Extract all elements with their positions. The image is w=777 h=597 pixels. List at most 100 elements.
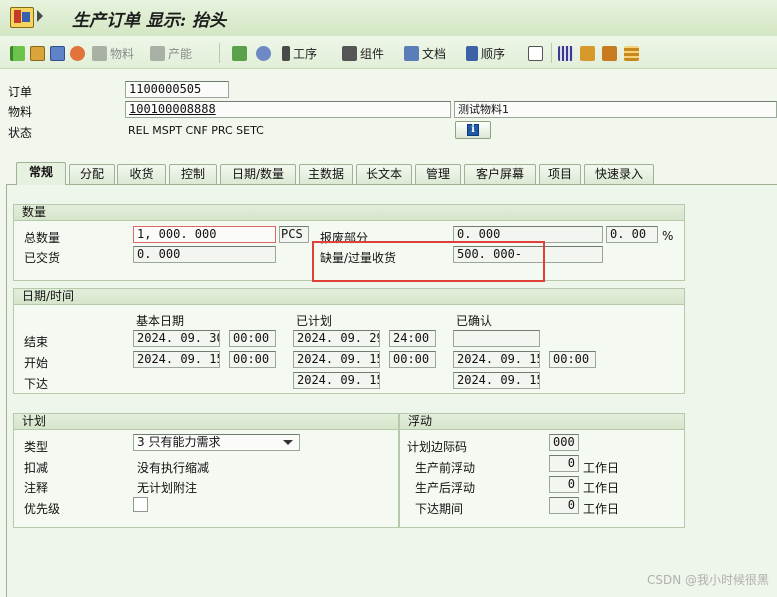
float-after-unit: 工作日 xyxy=(583,481,620,495)
tab-administration[interactable]: 管理 xyxy=(415,164,461,184)
components-icon xyxy=(342,45,357,61)
delivered-field: 0. 000 xyxy=(133,246,276,263)
tab-dates-quantities[interactable]: 日期/数量 xyxy=(220,164,296,184)
order-field[interactable]: 1100000505 xyxy=(125,81,229,98)
end-confirmed-date xyxy=(453,330,540,347)
operations-button[interactable]: 工序 xyxy=(282,44,317,62)
material-icon xyxy=(92,45,107,61)
object-list-button[interactable] xyxy=(50,44,65,62)
tab-master-data[interactable]: 主数据 xyxy=(299,164,353,184)
window-title: 生产订单 显示: 抬头 xyxy=(72,11,227,31)
sequence-icon xyxy=(466,45,478,61)
basic-dates-header: 基本日期 xyxy=(136,314,185,328)
float-after-label: 生产后浮动 xyxy=(415,481,476,495)
toolbar-separator xyxy=(551,43,552,63)
start-label: 开始 xyxy=(24,356,49,370)
scheduling-type-value: 3 只有能力需求 xyxy=(137,435,221,449)
tab-general[interactable]: 常规 xyxy=(16,162,66,185)
delivered-label: 已交货 xyxy=(24,251,61,265)
stack-icon xyxy=(256,45,271,61)
transaction-icon[interactable] xyxy=(10,7,34,28)
priority-label: 优先级 xyxy=(24,502,61,516)
release-scheduled-date: 2024. 09. 15 xyxy=(293,372,380,389)
menu-arrow-icon[interactable] xyxy=(37,10,43,22)
sort-icon xyxy=(602,45,617,61)
float-group-title: 浮动 xyxy=(400,414,684,430)
sequence-button[interactable]: 顺序 xyxy=(466,44,505,62)
material-button-label: 物料 xyxy=(110,46,135,61)
dropdown-arrow-icon[interactable] xyxy=(283,440,293,445)
object-button[interactable] xyxy=(528,44,543,62)
tab-customer-screen[interactable]: 客户屏幕 xyxy=(464,164,536,184)
tab-quick-entry[interactable]: 快速录入 xyxy=(584,164,654,184)
start-scheduled-date: 2024. 09. 15 xyxy=(293,351,380,368)
release-confirmed-date: 2024. 09. 15 xyxy=(453,372,540,389)
grid-button[interactable] xyxy=(624,44,639,62)
float-before-field: 0 xyxy=(549,455,579,472)
tab-goods-receipt[interactable]: 收货 xyxy=(117,164,166,184)
orange-tool-button[interactable] xyxy=(70,44,85,62)
scheduled-header: 已计划 xyxy=(296,314,333,328)
scrap-percent-field: 0. 00 xyxy=(606,226,658,243)
scheduling-type-select[interactable]: 3 只有能力需求 xyxy=(133,434,300,451)
table-icon xyxy=(558,45,573,61)
table-button[interactable] xyxy=(558,44,573,62)
status-info-button[interactable]: i xyxy=(455,121,491,139)
float-before-label: 生产前浮动 xyxy=(415,461,476,475)
percent-sign: % xyxy=(662,229,674,243)
capacity-icon xyxy=(150,45,165,61)
documents-icon xyxy=(404,45,419,61)
documents-button[interactable]: 文档 xyxy=(404,44,446,62)
operations-button-label: 工序 xyxy=(293,46,318,61)
status-label: 状态 xyxy=(8,126,33,140)
start-scheduled-time: 00:00 xyxy=(389,351,436,368)
float-after-field: 0 xyxy=(549,476,579,493)
capacity-button-label: 产能 xyxy=(168,46,193,61)
reduction-label: 扣减 xyxy=(24,461,49,475)
tab-control[interactable]: 控制 xyxy=(169,164,217,184)
release-label: 下达 xyxy=(24,377,49,391)
hierarchy-button[interactable] xyxy=(580,44,595,62)
start-basic-date: 2024. 09. 15 xyxy=(133,351,220,368)
tab-assignment[interactable]: 分配 xyxy=(69,164,115,184)
margin-key-label: 计划边际码 xyxy=(407,440,468,454)
operations-icon xyxy=(282,45,290,61)
start-confirmed-time: 00:00 xyxy=(549,351,596,368)
end-scheduled-time: 24:00 xyxy=(389,330,436,347)
sort-button[interactable] xyxy=(602,44,617,62)
end-basic-time: 00:00 xyxy=(229,330,276,347)
order-info-button[interactable] xyxy=(30,44,45,62)
priority-field[interactable] xyxy=(133,497,148,512)
highlight-box xyxy=(312,241,545,282)
capacity-button[interactable]: 产能 xyxy=(150,44,192,62)
start-confirmed-date: 2024. 09. 15 xyxy=(453,351,540,368)
confirmed-header: 已确认 xyxy=(456,314,493,328)
material-field[interactable]: 100100008888 xyxy=(125,101,451,118)
cube-icon xyxy=(528,45,543,61)
tab-project[interactable]: 项目 xyxy=(539,164,581,184)
object-list-icon xyxy=(50,45,65,61)
network-icon xyxy=(232,45,247,61)
float-before-unit: 工作日 xyxy=(583,461,620,475)
end-label: 结束 xyxy=(24,335,49,349)
material-label: 物料 xyxy=(8,105,33,119)
status-value: REL MSPT CNF PRC SETC xyxy=(128,124,264,137)
material-button[interactable]: 物料 xyxy=(92,44,134,62)
documents-button-label: 文档 xyxy=(422,46,447,61)
quantity-group-title: 数量 xyxy=(14,205,684,221)
stack-button[interactable] xyxy=(256,44,271,62)
margin-key-field: 000 xyxy=(549,434,579,451)
end-basic-date: 2024. 09. 30 xyxy=(133,330,220,347)
total-quantity-field[interactable]: 1, 000. 000 xyxy=(133,226,276,243)
unit-field: PCS xyxy=(279,226,309,243)
flag-button[interactable] xyxy=(10,44,25,62)
components-button[interactable]: 组件 xyxy=(342,44,384,62)
grid-icon xyxy=(624,45,639,61)
sequence-button-label: 顺序 xyxy=(481,46,506,61)
reduction-value: 没有执行缩减 xyxy=(137,461,210,475)
tab-long-text[interactable]: 长文本 xyxy=(356,164,412,184)
order-info-icon xyxy=(30,45,45,61)
network-button[interactable] xyxy=(232,44,247,62)
release-period-field: 0 xyxy=(549,497,579,514)
type-label: 类型 xyxy=(24,440,49,454)
